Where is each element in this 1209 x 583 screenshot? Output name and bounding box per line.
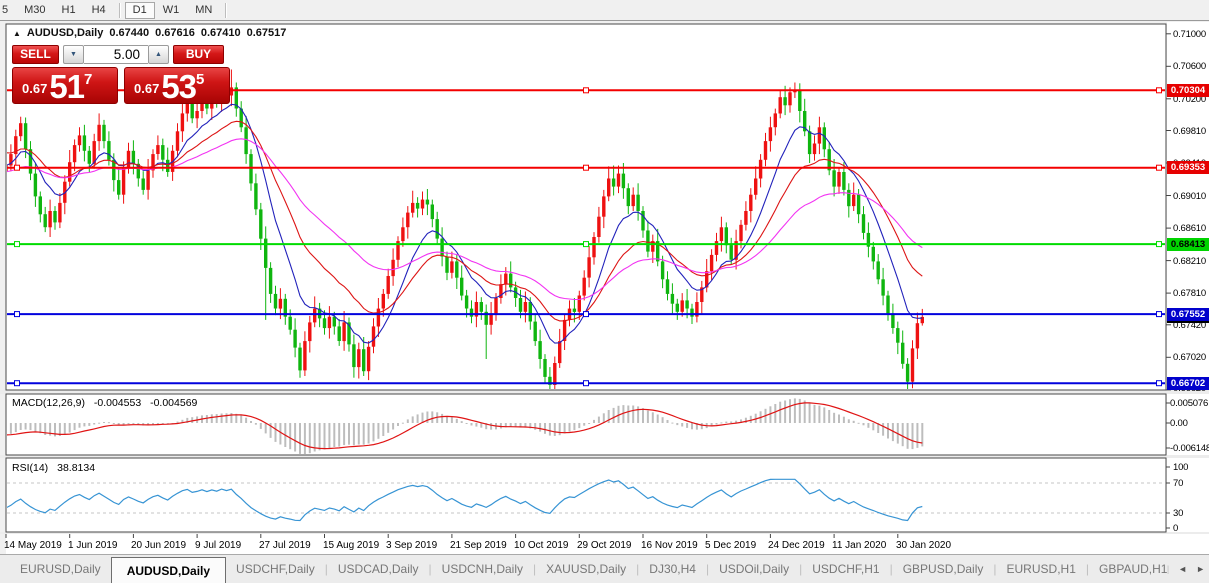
expand-triangle-icon[interactable]: ▲ [13, 29, 21, 38]
date-axis-label: 3 Sep 2019 [386, 540, 437, 551]
price-axis-tick: 0.67020 [1173, 352, 1206, 363]
chart-tab-usdchf-daily[interactable]: USDCHF,Daily [226, 555, 325, 583]
price-axis-tick: 0.69810 [1173, 126, 1206, 137]
date-axis-label: 1 Jun 2019 [68, 540, 118, 551]
price-axis-tick: 0.68210 [1173, 256, 1206, 267]
chart-symbol-label: AUDUSD,Daily [27, 27, 103, 39]
date-axis-label: 21 Sep 2019 [450, 540, 507, 551]
date-axis-label: 9 Jul 2019 [195, 540, 241, 551]
chart-tab-dj30-h4[interactable]: DJ30,H4 [639, 555, 706, 583]
chart-tab-usdchf-h1[interactable]: USDCHF,H1 [802, 555, 889, 583]
buy-button[interactable]: BUY [173, 45, 224, 64]
triangle-up-icon: ▲ [155, 51, 162, 58]
chart-tab-audusd-daily[interactable]: AUDUSD,Daily [111, 557, 226, 583]
rsi-axis-tick: 70 [1173, 478, 1183, 489]
volume-increase-button[interactable]: ▲ [148, 45, 169, 64]
chart-tab-eurusd-h1[interactable]: EURUSD,H1 [997, 555, 1086, 583]
macd-axis-tick: 0.005076 [1170, 398, 1208, 409]
macd-axis-tick: -0.006148 [1170, 443, 1209, 454]
ohlc-close: 0.67517 [247, 27, 287, 39]
price-axis-tick: 0.71000 [1173, 29, 1206, 40]
date-axis-label: 29 Oct 2019 [577, 540, 631, 551]
ohlc-high: 0.67616 [155, 27, 195, 39]
buy-price-main: 53 [161, 73, 196, 100]
scroll-left-icon[interactable]: ◄ [1178, 564, 1187, 574]
one-click-trading-panel: SELL ▼ ▲ BUY 0.67 51 7 0.67 53 5 [12, 44, 230, 104]
chart-tab-usdcad-daily[interactable]: USDCAD,Daily [328, 555, 429, 583]
sell-price-prefix: 0.67 [22, 81, 47, 96]
chart-tab-bar: EURUSD,DailyAUDUSD,DailyUSDCHF,Daily | USD… [0, 554, 1209, 583]
level-price-badge: 0.70304 [1167, 84, 1209, 97]
ohlc-open: 0.67440 [109, 27, 149, 39]
sell-price-main: 51 [49, 73, 84, 100]
tab-separator: | [1167, 564, 1169, 574]
chart-tab-eurusd-daily[interactable]: EURUSD,Daily [10, 555, 111, 583]
macd-axis-tick: 0.00 [1170, 418, 1188, 429]
date-axis-label: 11 Jan 2020 [832, 540, 886, 551]
buy-price-prefix: 0.67 [134, 81, 159, 96]
sell-price-pip: 7 [84, 71, 92, 88]
price-axis-tick: 0.67810 [1173, 288, 1206, 299]
sell-button[interactable]: SELL [12, 45, 59, 64]
price-axis-tick: 0.70600 [1173, 61, 1206, 72]
level-price-badge: 0.66702 [1167, 377, 1209, 390]
price-axis-tick: 0.68610 [1173, 223, 1206, 234]
mt4-terminal: 5M30H1H4D1W1MN ▲ AUDUSD,Daily 0.67440 0.… [0, 0, 1209, 583]
date-axis-label: 20 Jun 2019 [131, 540, 186, 551]
volume-decrease-button[interactable]: ▼ [63, 45, 84, 64]
date-axis-label: 16 Nov 2019 [641, 540, 698, 551]
macd-indicator-label: MACD(12,26,9) -0.004553 -0.004569 [12, 397, 197, 409]
level-price-badge: 0.69353 [1167, 161, 1209, 174]
chart-tab-usdcnh-daily[interactable]: USDCNH,Daily [432, 555, 533, 583]
rsi-axis-tick: 100 [1173, 462, 1188, 473]
buy-price-box[interactable]: 0.67 53 5 [124, 67, 230, 104]
rsi-axis-tick: 0 [1173, 523, 1178, 534]
chart-tab-gbpusd-daily[interactable]: GBPUSD,Daily [893, 555, 994, 583]
rsi-name: RSI(14) [12, 462, 48, 474]
date-axis-label: 15 Aug 2019 [323, 540, 379, 551]
tab-scroll-arrows: | ◄ ► [1167, 554, 1205, 583]
level-price-badge: 0.68413 [1167, 238, 1209, 251]
level-price-badge: 0.67552 [1167, 308, 1209, 321]
chart-tab-xauusd-daily[interactable]: XAUUSD,Daily [536, 555, 636, 583]
rsi-axis-tick: 30 [1173, 508, 1183, 519]
chart-tab-usdoil-daily[interactable]: USDOil,Daily [709, 555, 799, 583]
macd-name: MACD(12,26,9) [12, 397, 85, 409]
chart-title: ▲ AUDUSD,Daily 0.67440 0.67616 0.67410 0… [13, 27, 286, 39]
date-axis-label: 24 Dec 2019 [768, 540, 825, 551]
scroll-right-icon[interactable]: ► [1196, 564, 1205, 574]
date-axis-label: 27 Jul 2019 [259, 540, 311, 551]
rsi-indicator-label: RSI(14) 38.8134 [12, 462, 95, 474]
date-axis-label: 30 Jan 2020 [896, 540, 951, 551]
chart-tab-gbpaud-h1[interactable]: GBPAUD,H1 [1089, 555, 1177, 583]
macd-signal-value: -0.004569 [150, 397, 197, 409]
macd-main-value: -0.004553 [94, 397, 141, 409]
ohlc-low: 0.67410 [201, 27, 241, 39]
rsi-value: 38.8134 [57, 462, 95, 474]
buy-price-pip: 5 [196, 71, 204, 88]
volume-input[interactable] [84, 45, 148, 64]
triangle-down-icon: ▼ [70, 51, 77, 58]
date-axis-label: 5 Dec 2019 [705, 540, 756, 551]
sell-price-box[interactable]: 0.67 51 7 [12, 67, 118, 104]
date-axis-label: 14 May 2019 [4, 540, 62, 551]
price-axis-tick: 0.69010 [1173, 191, 1206, 202]
date-axis-label: 10 Oct 2019 [514, 540, 568, 551]
